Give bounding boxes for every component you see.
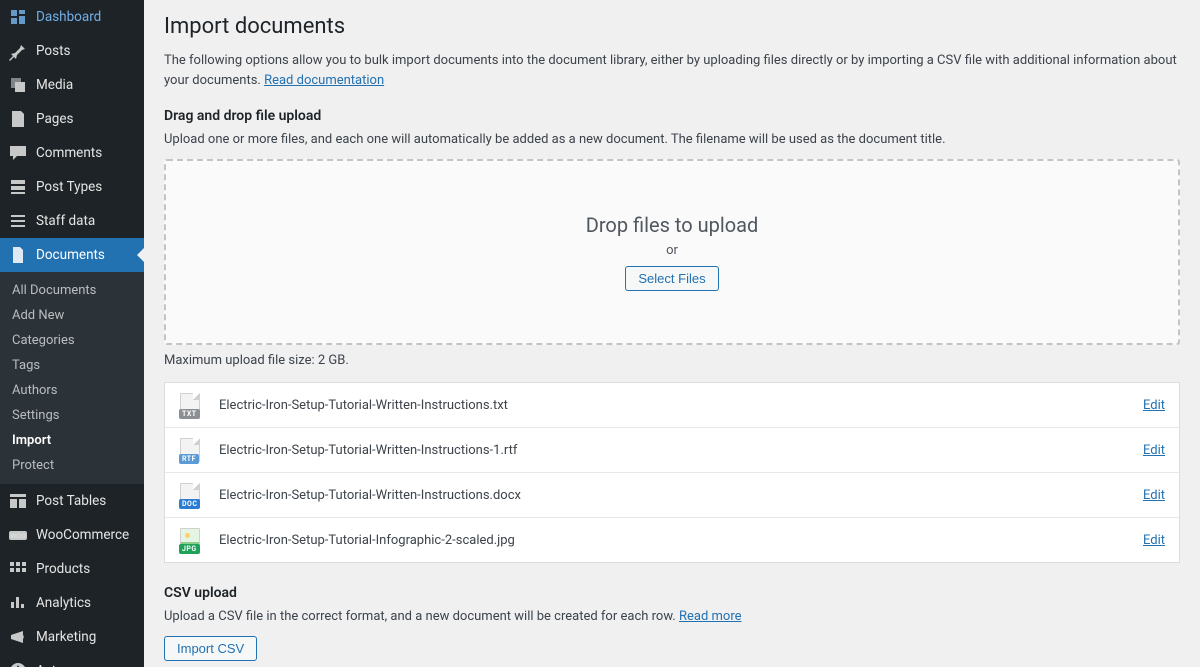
drag-drop-description: Upload one or more files, and each one w…	[164, 132, 1180, 147]
sidebar-item-marketing[interactable]: Marketing	[0, 620, 144, 654]
posttables-icon	[8, 491, 28, 511]
sidebar-item-comments[interactable]: Comments	[0, 136, 144, 170]
woo-icon: WOO	[8, 525, 28, 545]
sidebar-item-dashboard[interactable]: Dashboard	[0, 0, 144, 34]
pin-icon	[8, 41, 28, 61]
sidebar-item-pages[interactable]: Pages	[0, 102, 144, 136]
submenu-item-all-documents[interactable]: All Documents	[0, 278, 144, 303]
file-dropzone[interactable]: Drop files to upload or Select Files	[164, 159, 1180, 345]
sidebar-item-media[interactable]: Media	[0, 68, 144, 102]
sidebar-submenu: All DocumentsAdd NewCategoriesTagsAuthor…	[0, 272, 144, 484]
file-row: TXT Electric-Iron-Setup-Tutorial-Written-…	[165, 383, 1179, 428]
main-content: Import documents The following options a…	[144, 0, 1200, 667]
sidebar-item-products[interactable]: Products	[0, 552, 144, 586]
sidebar-item-label: Staff data	[36, 213, 95, 229]
file-row: DOC Electric-Iron-Setup-Tutorial-Written-…	[165, 473, 1179, 518]
submenu-item-settings[interactable]: Settings	[0, 403, 144, 428]
sidebar-item-post-types[interactable]: Post Types	[0, 170, 144, 204]
sidebar-item-label: Post Types	[36, 179, 102, 195]
file-row: RTF Electric-Iron-Setup-Tutorial-Written-…	[165, 428, 1179, 473]
sidebar-item-label: Marketing	[36, 629, 96, 645]
sidebar-item-analytics[interactable]: Analytics	[0, 586, 144, 620]
file-edit-link[interactable]: Edit	[1143, 398, 1165, 413]
sidebar-item-label: Post Tables	[36, 493, 106, 509]
file-name: Electric-Iron-Setup-Tutorial-Written-Ins…	[219, 488, 1143, 503]
submenu-item-import[interactable]: Import	[0, 428, 144, 453]
submenu-item-tags[interactable]: Tags	[0, 353, 144, 378]
uploaded-file-list: TXT Electric-Iron-Setup-Tutorial-Written-…	[164, 382, 1180, 563]
document-icon	[8, 245, 28, 265]
file-row: JPG Electric-Iron-Setup-Tutorial-Infograp…	[165, 518, 1179, 562]
file-edit-link[interactable]: Edit	[1143, 533, 1165, 548]
sidebar-item-label: Media	[36, 77, 73, 93]
csv-upload-description: Upload a CSV file in the correct format,…	[164, 609, 1180, 624]
astra-icon	[8, 661, 28, 667]
file-type-txt-icon: TXT	[179, 392, 201, 418]
csv-read-more-link[interactable]: Read more	[679, 609, 742, 624]
max-upload-size: Maximum upload file size: 2 GB.	[164, 353, 1180, 368]
sidebar-item-woocommerce[interactable]: WOO WooCommerce	[0, 518, 144, 552]
submenu-item-protect[interactable]: Protect	[0, 453, 144, 478]
submenu-item-categories[interactable]: Categories	[0, 328, 144, 353]
csv-desc-text: Upload a CSV file in the correct format,…	[164, 609, 679, 624]
sidebar-item-label: Analytics	[36, 595, 91, 611]
file-name: Electric-Iron-Setup-Tutorial-Written-Ins…	[219, 398, 1143, 413]
import-csv-button[interactable]: Import CSV	[164, 636, 257, 661]
sidebar-item-documents[interactable]: Documents	[0, 238, 144, 272]
page-title: Import documents	[164, 14, 1180, 39]
admin-sidebar: Dashboard Posts Media Pages Comments Post Typ…	[0, 0, 144, 667]
posttypes-icon	[8, 177, 28, 197]
products-icon	[8, 559, 28, 579]
sidebar-item-staff-data[interactable]: Staff data	[0, 204, 144, 238]
comment-icon	[8, 143, 28, 163]
sidebar-item-post-tables[interactable]: Post Tables	[0, 484, 144, 518]
file-name: Electric-Iron-Setup-Tutorial-Infographic…	[219, 533, 1143, 548]
dashboard-icon	[8, 7, 28, 27]
sidebar-item-label: Posts	[36, 43, 70, 59]
dropzone-or: or	[666, 243, 678, 258]
csv-upload-heading: CSV upload	[164, 585, 1180, 601]
media-icon	[8, 75, 28, 95]
dropzone-title: Drop files to upload	[586, 213, 759, 237]
drag-drop-heading: Drag and drop file upload	[164, 108, 1180, 124]
file-type-jpg-icon: JPG	[179, 527, 201, 553]
list-icon	[8, 211, 28, 231]
file-edit-link[interactable]: Edit	[1143, 443, 1165, 458]
file-name: Electric-Iron-Setup-Tutorial-Written-Ins…	[219, 443, 1143, 458]
sidebar-item-label: Pages	[36, 111, 74, 127]
sidebar-item-label: Documents	[36, 247, 105, 263]
submenu-item-authors[interactable]: Authors	[0, 378, 144, 403]
submenu-item-add-new[interactable]: Add New	[0, 303, 144, 328]
marketing-icon	[8, 627, 28, 647]
intro-paragraph: The following options allow you to bulk …	[164, 51, 1180, 90]
sidebar-item-label: Comments	[36, 145, 102, 161]
sidebar-item-posts[interactable]: Posts	[0, 34, 144, 68]
page-icon	[8, 109, 28, 129]
sidebar-item-astra[interactable]: Astra	[0, 654, 144, 667]
analytics-icon	[8, 593, 28, 613]
read-documentation-link[interactable]: Read documentation	[264, 73, 384, 88]
sidebar-item-label: Dashboard	[36, 9, 101, 25]
file-type-rtf-icon: RTF	[179, 437, 201, 463]
file-edit-link[interactable]: Edit	[1143, 488, 1165, 503]
sidebar-item-label: Astra	[36, 663, 68, 667]
select-files-button[interactable]: Select Files	[625, 266, 718, 291]
sidebar-item-label: WooCommerce	[36, 527, 129, 543]
sidebar-item-label: Products	[36, 561, 90, 577]
file-type-doc-icon: DOC	[179, 482, 201, 508]
svg-text:WOO: WOO	[11, 534, 26, 540]
